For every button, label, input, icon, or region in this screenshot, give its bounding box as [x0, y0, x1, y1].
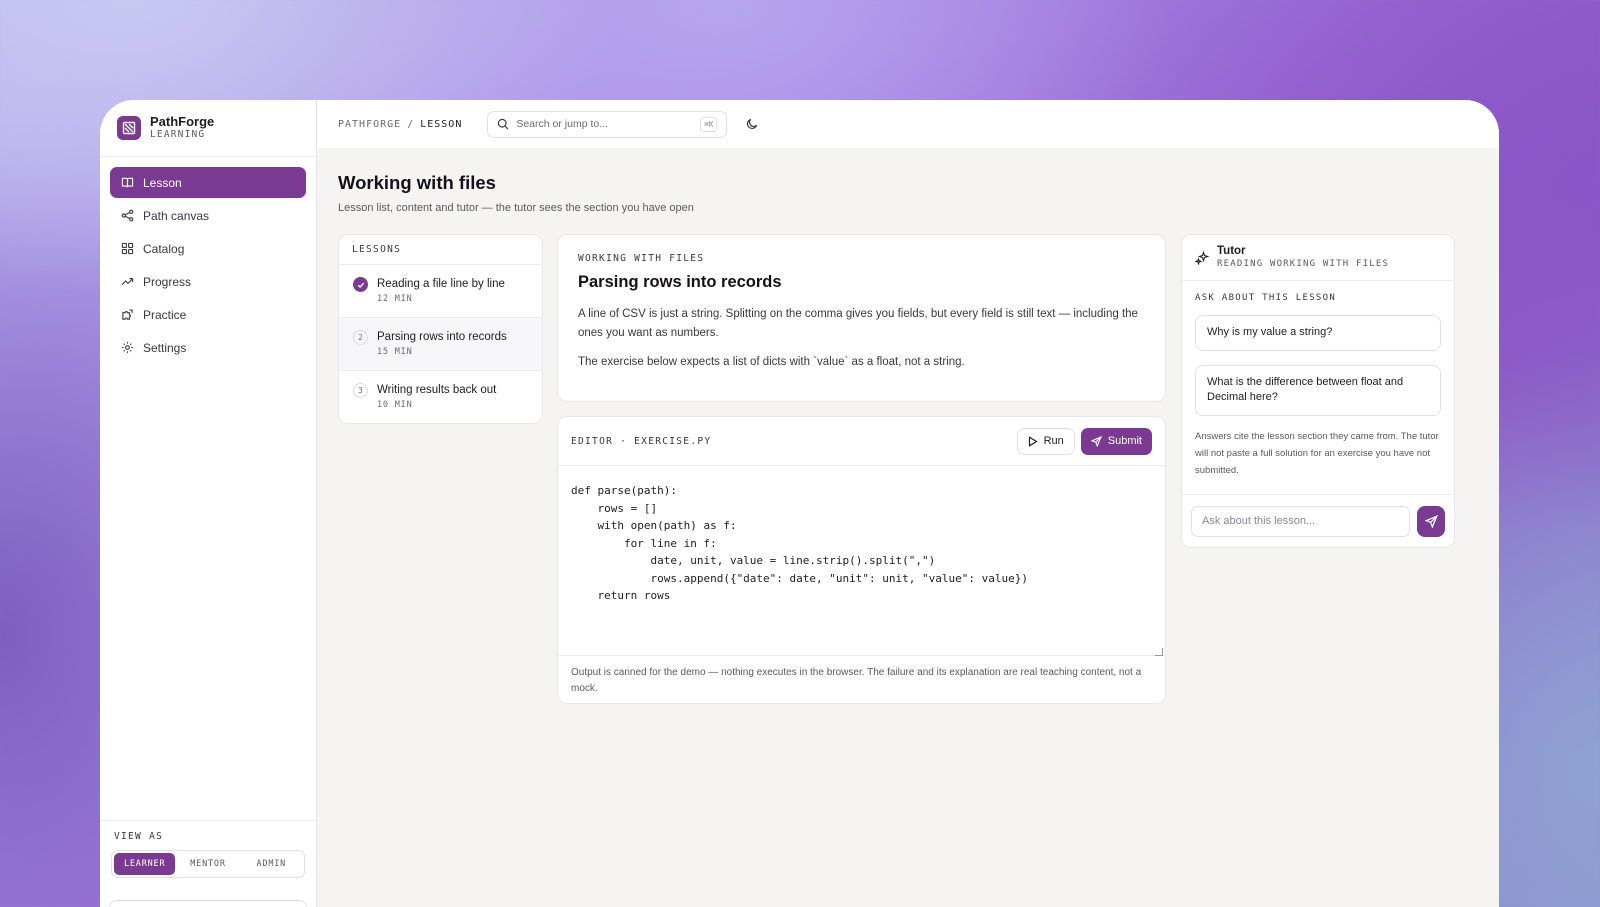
tutor-question-input[interactable]	[1191, 505, 1410, 537]
tutor-note: Answers cite the lesson section they cam…	[1195, 430, 1439, 476]
breadcrumb-separator: /	[407, 118, 415, 130]
submit-button[interactable]: Submit	[1080, 427, 1152, 455]
tutor-prompt-label: ASK ABOUT THIS LESSON	[1195, 293, 1337, 303]
editor-header: EDITOR · EXERCISE.PY Run Submit	[558, 417, 1165, 466]
view-as-label: VIEW AS	[114, 831, 164, 842]
search-icon	[498, 118, 509, 130]
topbar: PATHFORGE / LESSON Search or jump to... ⌘K	[317, 100, 1499, 148]
sidebar-footer-control[interactable]	[109, 900, 307, 907]
sidebar-item-practice[interactable]: Practice	[110, 299, 306, 330]
lesson-title: Writing results back out	[377, 384, 497, 396]
search-shortcut: ⌘K	[700, 116, 718, 132]
lesson-item-2[interactable]: 2 Parsing rows into records 15 MIN	[339, 318, 542, 371]
app-window: PathForge LEARNING Lesson Path canvas Ca…	[100, 100, 1499, 907]
sidebar: PathForge LEARNING Lesson Path canvas Ca…	[100, 100, 317, 907]
play-icon	[1028, 435, 1038, 447]
page-title: Working with files	[338, 172, 496, 193]
breadcrumb-current: LESSON	[420, 118, 463, 130]
lesson-content-panel: WORKING WITH FILES Parsing rows into rec…	[557, 234, 1166, 402]
search-input[interactable]: Search or jump to...	[516, 118, 608, 130]
code-editor-panel: EDITOR · EXERCISE.PY Run Submit def pars…	[557, 416, 1166, 704]
brand[interactable]: PathForge LEARNING	[100, 100, 316, 157]
editor-note: Output is canned for the demo — nothing …	[571, 667, 1142, 694]
send-icon	[1424, 514, 1438, 528]
moon-icon	[747, 118, 758, 130]
sidebar-item-settings[interactable]: Settings	[110, 332, 306, 363]
tutor-header: Tutor READING WORKING WITH FILES	[1182, 235, 1454, 281]
send-question-button[interactable]	[1417, 505, 1445, 537]
suggestion-chip[interactable]: What is the difference between float and…	[1195, 364, 1441, 416]
code-editor[interactable]: def parse(path): rows = [] with open(pat…	[558, 466, 1165, 656]
lessons-panel: LESSONS Reading a file line by line 12 M…	[338, 234, 543, 424]
content-paragraph: The exercise below expects a list of dic…	[578, 356, 965, 368]
gear-icon	[122, 342, 133, 353]
trend-up-icon	[121, 278, 134, 286]
view-as-admin[interactable]: ADMIN	[241, 853, 302, 875]
view-as-section: VIEW AS LEARNER MENTOR ADMIN	[100, 820, 316, 878]
sidebar-item-label: Lesson	[143, 175, 182, 190]
content-eyebrow: WORKING WITH FILES	[578, 253, 705, 264]
main-area: PATHFORGE / LESSON Search or jump to... ⌘K…	[317, 100, 1499, 907]
lessons-header: LESSONS	[339, 235, 542, 265]
lesson-number: 2	[353, 330, 368, 345]
sparkle-icon	[1195, 250, 1209, 265]
sidebar-item-progress[interactable]: Progress	[110, 266, 306, 297]
sidebar-item-label: Path canvas	[143, 208, 210, 223]
lesson-item-3[interactable]: 3 Writing results back out 10 MIN	[339, 371, 542, 424]
sidebar-item-catalog[interactable]: Catalog	[110, 233, 306, 264]
breadcrumb: PATHFORGE / LESSON	[338, 119, 462, 130]
view-as-switcher: LEARNER MENTOR ADMIN	[111, 850, 305, 878]
sidebar-nav: Lesson Path canvas Catalog Progress Prac…	[100, 157, 316, 375]
run-button[interactable]: Run	[1016, 427, 1075, 455]
search-box[interactable]: Search or jump to... ⌘K	[487, 110, 728, 138]
sidebar-item-path-canvas[interactable]: Path canvas	[110, 200, 306, 231]
page-subtitle: Lesson list, content and tutor — the tut…	[338, 202, 694, 214]
view-as-mentor[interactable]: MENTOR	[177, 853, 238, 875]
tutor-body: ASK ABOUT THIS LESSON Why is my value a …	[1182, 281, 1454, 479]
breadcrumb-root[interactable]: PATHFORGE	[338, 119, 401, 130]
sidebar-item-label: Settings	[143, 340, 187, 355]
tutor-input-row	[1182, 494, 1454, 547]
view-as-learner[interactable]: LEARNER	[114, 853, 176, 875]
brand-logo-icon	[117, 116, 141, 140]
lesson-duration: 15 MIN	[377, 347, 413, 357]
lesson-title: Reading a file line by line	[377, 278, 505, 290]
tutor-name: Tutor	[1217, 245, 1246, 257]
lesson-duration: 12 MIN	[377, 294, 413, 304]
content-paragraph: A line of CSV is just a string. Splittin…	[578, 308, 1138, 339]
check-icon	[353, 277, 368, 292]
book-icon	[121, 177, 134, 188]
submit-label: Submit	[1107, 435, 1142, 447]
grid-icon	[121, 242, 134, 255]
tutor-panel: Tutor READING WORKING WITH FILES ASK ABO…	[1181, 234, 1455, 548]
share-nodes-icon	[121, 209, 134, 222]
puzzle-icon	[122, 309, 133, 320]
sidebar-item-label: Catalog	[143, 241, 185, 256]
lesson-number: 3	[353, 383, 368, 398]
run-label: Run	[1043, 435, 1064, 447]
brand-subtitle: LEARNING	[150, 129, 206, 140]
tutor-context: READING WORKING WITH FILES	[1217, 259, 1390, 269]
send-icon	[1090, 435, 1102, 447]
lesson-title: Parsing rows into records	[377, 331, 507, 343]
theme-toggle-button[interactable]	[744, 116, 760, 132]
lesson-duration: 10 MIN	[377, 400, 413, 410]
resize-handle[interactable]	[1155, 648, 1163, 656]
brand-name: PathForge	[150, 114, 215, 129]
sidebar-item-lesson[interactable]: Lesson	[110, 167, 306, 198]
editor-label: EDITOR · EXERCISE.PY	[571, 435, 712, 447]
lesson-item-1[interactable]: Reading a file line by line 12 MIN	[339, 265, 542, 318]
sidebar-item-label: Practice	[143, 307, 187, 322]
content-title: Parsing rows into records	[578, 273, 782, 291]
suggestion-chip[interactable]: Why is my value a string?	[1195, 315, 1441, 351]
sidebar-item-label: Progress	[143, 274, 192, 289]
